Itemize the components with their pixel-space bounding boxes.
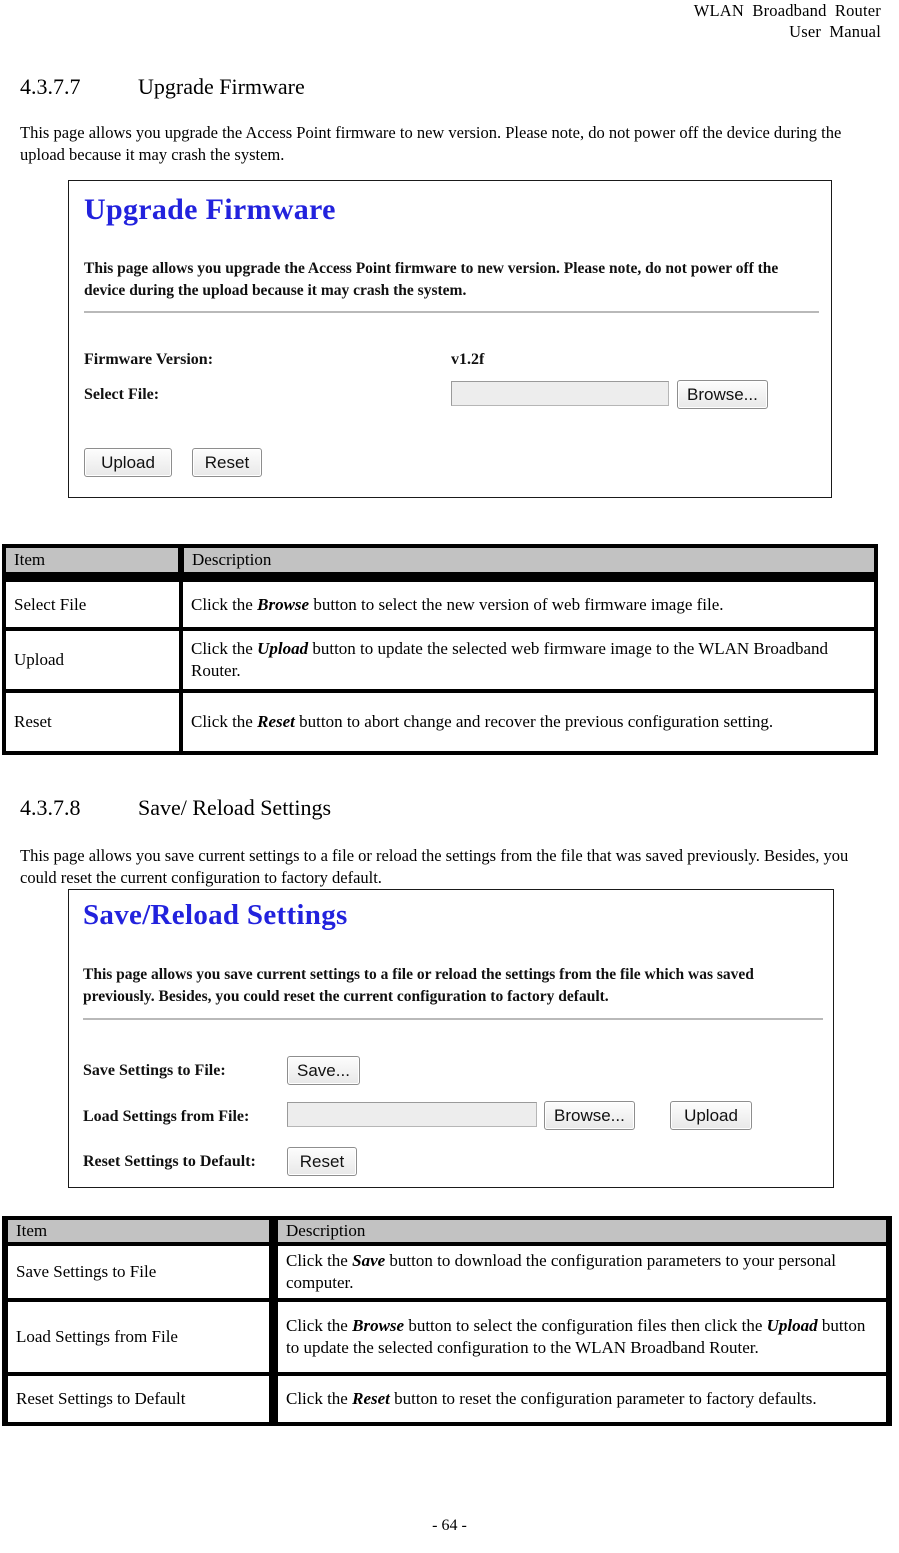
section-title: Upgrade Firmware — [138, 74, 305, 99]
desc-emphasis-2: Upload — [766, 1316, 818, 1335]
table-cell-description: Click the Browse button to select the ne… — [179, 575, 878, 631]
desc-pre: Click the — [191, 594, 258, 614]
desc-pre: Click the — [191, 639, 258, 658]
page-number: - 64 - — [432, 1517, 467, 1534]
screenshot-description-upgrade-firmware: This page allows you upgrade the Access … — [84, 260, 779, 299]
desc-emphasis: Save — [352, 1251, 386, 1270]
table-upgrade-firmware: Item Description Select File Click the B… — [2, 544, 878, 755]
table-cell-item: Upload — [2, 627, 183, 693]
firmware-version-label: Firmware Version: — [84, 351, 214, 368]
table-cell-description: Click the Save button to download the co… — [269, 1242, 892, 1302]
section-number: 4.3.7.8 — [20, 795, 81, 820]
table-header-row: Item Description — [2, 1216, 892, 1246]
screenshot-upgrade-firmware: Upgrade Firmware This page allows you up… — [68, 180, 832, 498]
reset-button[interactable]: Reset — [192, 448, 262, 477]
screenshot-save-reload-settings: Save/Reload Settings This page allows yo… — [68, 889, 834, 1188]
save-settings-to-file-label: Save Settings to File: — [83, 1062, 226, 1079]
desc-emphasis: Reset — [352, 1389, 390, 1408]
section-title: Save/ Reload Settings — [138, 795, 332, 820]
select-file-label: Select File: — [84, 386, 160, 403]
table-cell-description: Click the Reset button to abort change a… — [179, 689, 878, 755]
table-row: Select File Click the Browse button to s… — [2, 575, 878, 631]
table-header-item: Item — [2, 544, 184, 582]
select-file-input[interactable] — [451, 381, 669, 406]
screenshot-divider — [83, 1018, 823, 1020]
upload-button[interactable]: Upload — [670, 1101, 752, 1130]
table-row: Upload Click the Upload button to update… — [2, 627, 878, 693]
table-header-row: Item Description — [2, 544, 878, 582]
desc-pre: Click the — [191, 712, 258, 731]
browse-button[interactable]: Browse... — [677, 380, 768, 409]
section-number: 4.3.7.7 — [20, 74, 81, 99]
upload-button[interactable]: Upload — [84, 448, 172, 477]
desc-post: button to select the configuration files… — [404, 1316, 767, 1335]
table-cell-description: Click the Upload button to update the se… — [179, 627, 878, 693]
desc-pre: Click the — [286, 1251, 353, 1270]
table-cell-item: Select File — [2, 575, 183, 631]
table-cell-description: Click the Browse button to select the co… — [269, 1298, 892, 1376]
reset-settings-to-default-label: Reset Settings to Default: — [83, 1153, 256, 1170]
table-cell-item: Load Settings from File — [2, 1298, 278, 1376]
table-header-description: Description — [269, 1216, 892, 1246]
section-heading-save-reload-settings: 4.3.7.8 Save/ Reload Settings — [20, 795, 331, 821]
desc-post: button to select the new version of web … — [309, 594, 724, 614]
table-save-reload-settings: Item Description Save Settings to File C… — [2, 1216, 892, 1426]
table-header-item: Item — [2, 1216, 278, 1246]
table-row: Reset Click the Reset button to abort ch… — [2, 689, 878, 755]
table-row: Load Settings from File Click the Browse… — [2, 1298, 892, 1376]
screenshot-title-save-reload: Save/Reload Settings — [83, 899, 348, 931]
load-settings-from-file-label: Load Settings from File: — [83, 1108, 250, 1125]
desc-post: button to abort change and recover the p… — [294, 712, 774, 731]
desc-pre: Click the — [286, 1389, 353, 1408]
screenshot-title-upgrade-firmware: Upgrade Firmware — [84, 193, 336, 226]
table-cell-item: Reset Settings to Default — [2, 1372, 278, 1426]
section-intro-upgrade-firmware: This page allows you upgrade the Access … — [20, 123, 842, 164]
running-head-line-2: User Manual — [789, 22, 881, 41]
desc-pre: Click the — [286, 1316, 353, 1335]
section-intro-save-reload-settings: This page allows you save current settin… — [20, 846, 849, 887]
save-button[interactable]: Save... — [287, 1056, 360, 1085]
table-row: Reset Settings to Default Click the Rese… — [2, 1372, 892, 1426]
screenshot-divider — [84, 311, 819, 313]
desc-emphasis: Upload — [257, 639, 309, 658]
table-header-description: Description — [178, 544, 878, 582]
screenshot-description-save-reload: This page allows you save current settin… — [83, 966, 754, 1005]
section-heading-upgrade-firmware: 4.3.7.7 Upgrade Firmware — [20, 74, 305, 100]
desc-emphasis: Browse — [352, 1316, 405, 1335]
table-cell-item: Save Settings to File — [2, 1242, 278, 1302]
table-cell-item: Reset — [2, 689, 183, 755]
browse-button[interactable]: Browse... — [544, 1101, 635, 1130]
table-cell-description: Click the Reset button to reset the conf… — [269, 1372, 892, 1426]
reset-button[interactable]: Reset — [287, 1147, 357, 1176]
desc-emphasis: Browse — [257, 594, 310, 614]
desc-post: button to reset the configuration parame… — [389, 1389, 817, 1408]
firmware-version-value: v1.2f — [451, 351, 485, 368]
load-settings-input[interactable] — [287, 1102, 537, 1127]
running-head-line-1: WLAN Broadband Router — [693, 1, 881, 20]
table-row: Save Settings to File Click the Save but… — [2, 1242, 892, 1302]
running-head: WLAN Broadband Router User Manual — [461, 0, 881, 42]
desc-emphasis: Reset — [257, 712, 295, 731]
